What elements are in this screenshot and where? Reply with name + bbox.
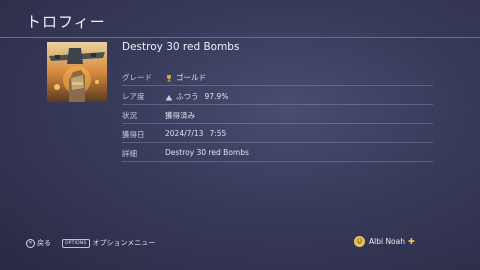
trophy-image bbox=[47, 42, 107, 102]
ps-plus-icon: ✚ bbox=[408, 237, 415, 246]
back-button[interactable]: ✕ 戻る bbox=[26, 238, 51, 248]
detail-row-rarity: レア度 ふつう 97.9% bbox=[122, 86, 433, 105]
options-button-icon: OPTIONS bbox=[62, 238, 90, 248]
user-profile[interactable]: ☺ Albi Noah ✚ bbox=[354, 236, 415, 247]
rarity-text: ふつう bbox=[176, 92, 199, 101]
earned-time: 7:55 bbox=[209, 129, 227, 138]
detail-value: Destroy 30 red Bombs bbox=[165, 148, 249, 157]
detail-key: グレード bbox=[122, 73, 152, 82]
detail-key: 状況 bbox=[122, 111, 137, 120]
trophy-details: グレード ゴールド レア度 ふつう 97.9% 状況 獲得済み 獲得日 2024… bbox=[122, 67, 433, 162]
avatar: ☺ bbox=[354, 236, 365, 247]
detail-value: ふつう 97.9% bbox=[165, 91, 228, 102]
options-menu-button[interactable]: OPTIONS オプションメニュー bbox=[62, 238, 155, 248]
gold-trophy-icon bbox=[165, 74, 173, 82]
rarity-percent: 97.9% bbox=[204, 92, 229, 101]
rarity-icon bbox=[165, 93, 173, 101]
detail-row-date: 獲得日 2024/7/13 7:55 bbox=[122, 124, 433, 143]
detail-row-description: 詳細 Destroy 30 red Bombs bbox=[122, 143, 433, 162]
detail-value: 獲得済み bbox=[165, 111, 195, 120]
header-divider bbox=[0, 37, 480, 38]
detail-key: 獲得日 bbox=[122, 130, 145, 139]
detail-key: 詳細 bbox=[122, 149, 137, 158]
grade-text: ゴールド bbox=[176, 73, 206, 82]
back-label: 戻る bbox=[37, 239, 51, 247]
cross-button-icon: ✕ bbox=[26, 238, 35, 248]
detail-row-status: 状況 獲得済み bbox=[122, 105, 433, 124]
detail-value: 2024/7/13 7:55 bbox=[165, 129, 226, 138]
detail-key: レア度 bbox=[122, 92, 145, 101]
trophy-title: Destroy 30 red Bombs bbox=[122, 41, 240, 53]
detail-value: ゴールド bbox=[165, 72, 206, 83]
page-title: トロフィー bbox=[26, 13, 106, 31]
header: トロフィー bbox=[0, 0, 480, 38]
user-name: Albi Noah bbox=[369, 237, 405, 246]
detail-row-grade: グレード ゴールド bbox=[122, 67, 433, 86]
options-label: オプションメニュー bbox=[92, 239, 156, 247]
earned-date: 2024/7/13 bbox=[165, 129, 204, 138]
